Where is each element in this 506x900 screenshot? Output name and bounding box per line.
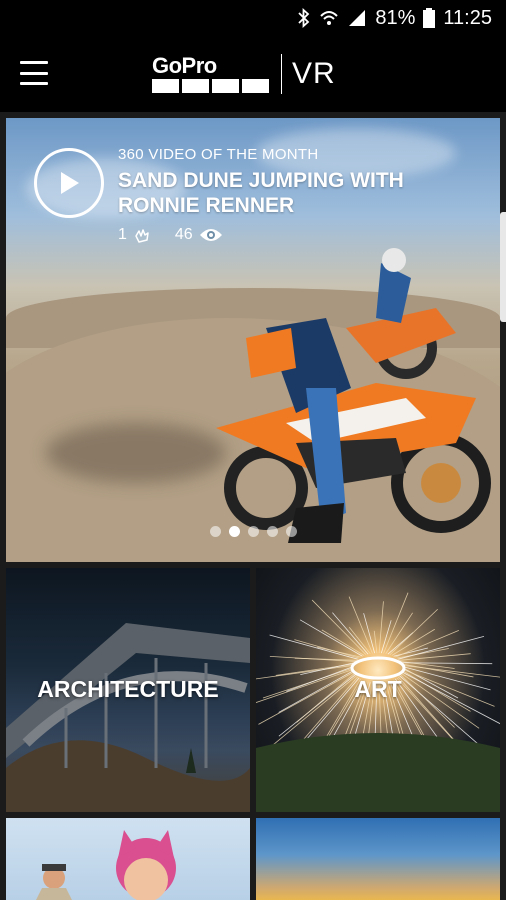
carousel-dot[interactable] bbox=[248, 526, 259, 537]
battery-percent: 81% bbox=[375, 6, 416, 29]
app-header: GoPro VR bbox=[0, 36, 506, 112]
eye-icon bbox=[199, 229, 222, 241]
category-label: ART bbox=[354, 676, 402, 702]
likes-stat: 1 bbox=[118, 226, 151, 244]
hero-kicker: 360 VIDEO OF THE MONTH bbox=[118, 146, 319, 163]
category-tile-landscape[interactable] bbox=[256, 818, 500, 900]
views-stat: 46 bbox=[175, 226, 223, 244]
bluetooth-icon bbox=[297, 8, 311, 28]
play-icon bbox=[61, 172, 79, 194]
featured-video-card[interactable]: 360 VIDEO OF THE MONTH SAND DUNE JUMPING… bbox=[6, 118, 500, 562]
carousel-dot[interactable] bbox=[229, 526, 240, 537]
clock: 11:25 bbox=[443, 6, 492, 29]
logo-brand: GoPro bbox=[152, 52, 217, 78]
category-tile-architecture[interactable]: ARCHITECTURE bbox=[6, 568, 250, 812]
carousel-dot[interactable] bbox=[210, 526, 221, 537]
category-tile-people[interactable] bbox=[6, 818, 250, 900]
hero-title: SAND DUNE JUMPING WITH RONNIE RENNER bbox=[118, 169, 404, 217]
hamburger-menu-icon[interactable] bbox=[20, 61, 48, 85]
wifi-icon bbox=[319, 8, 339, 28]
carousel-dot[interactable] bbox=[286, 526, 297, 537]
category-label: ARCHITECTURE bbox=[37, 676, 219, 702]
shaka-icon bbox=[135, 229, 149, 243]
hero-stats: 1 46 bbox=[118, 226, 223, 244]
status-bar: 81% 11:25 bbox=[0, 0, 506, 36]
carousel-dots bbox=[210, 526, 297, 537]
motocross-bikes-illustration bbox=[216, 248, 491, 543]
people-illustration bbox=[36, 830, 176, 900]
carousel-dot[interactable] bbox=[267, 526, 278, 537]
play-button[interactable] bbox=[34, 148, 104, 218]
views-count: 46 bbox=[174, 226, 193, 243]
gopro-vr-logo: GoPro VR bbox=[152, 52, 336, 96]
logo-product: VR bbox=[292, 57, 336, 90]
category-tile-art[interactable]: ART bbox=[256, 568, 500, 812]
likes-count: 1 bbox=[118, 226, 127, 243]
signal-icon bbox=[347, 8, 367, 28]
scroll-handle[interactable] bbox=[500, 212, 506, 322]
battery-icon bbox=[423, 8, 436, 28]
